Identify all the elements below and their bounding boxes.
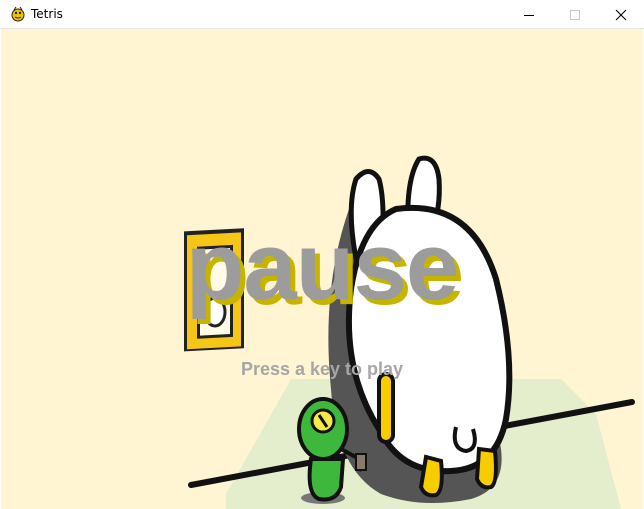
minimize-icon <box>524 14 534 16</box>
maximize-button[interactable] <box>552 0 598 29</box>
minimize-button[interactable] <box>506 0 552 29</box>
rabbit-hand <box>377 372 395 444</box>
game-canvas[interactable]: pause Press a key to play <box>1 29 643 509</box>
maximize-icon <box>570 9 580 20</box>
app-icon <box>10 6 26 22</box>
title-bar: Tetris <box>0 0 644 29</box>
close-button[interactable] <box>598 0 644 29</box>
pause-overlay-title: pause <box>185 213 459 320</box>
press-key-hint: Press a key to play <box>240 359 404 379</box>
close-icon <box>615 9 627 20</box>
window-title: Tetris <box>31 7 63 21</box>
